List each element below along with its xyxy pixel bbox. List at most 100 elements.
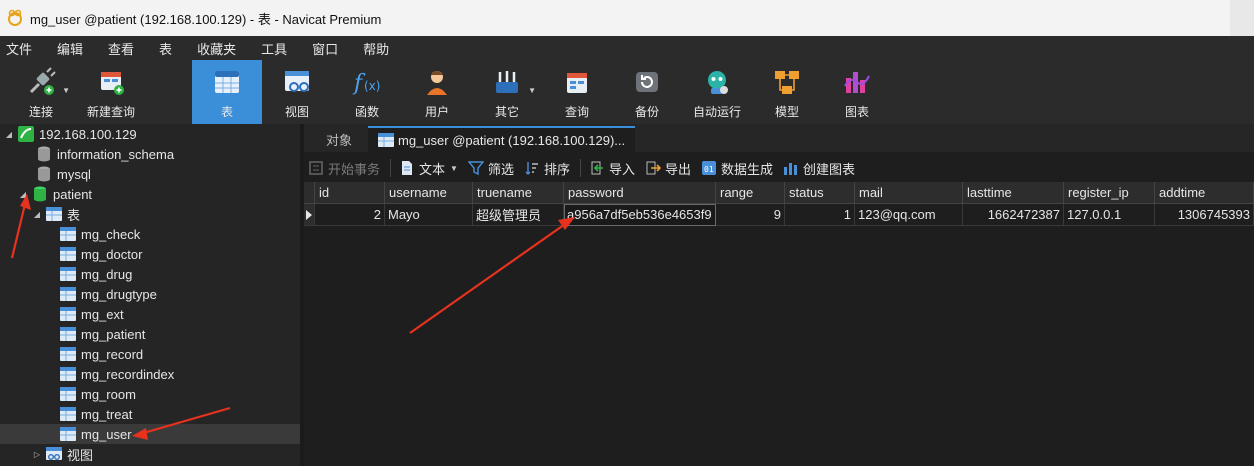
cell-mail[interactable]: 123@qq.com <box>855 204 963 226</box>
table-icon <box>60 366 76 382</box>
expand-arrow-icon[interactable]: ◢ <box>32 210 42 219</box>
cell-password[interactable]: a956a7df5eb536e4653f9 <box>564 204 716 226</box>
cell-username[interactable]: Mayo <box>385 204 473 226</box>
tree-item-table[interactable]: mg_patient <box>0 324 300 344</box>
cell-status[interactable]: 1 <box>785 204 855 226</box>
data-generation-button[interactable]: 01 数据生成 <box>701 159 773 178</box>
menu-favorites[interactable]: 收藏夹 <box>197 39 248 58</box>
begin-transaction-button[interactable]: 开始事务 <box>308 159 380 178</box>
cell-truename[interactable]: 超级管理员 <box>473 204 564 226</box>
sort-icon <box>524 160 540 176</box>
cell-range[interactable]: 9 <box>716 204 785 226</box>
tree-item-connection[interactable]: ◢ 192.168.100.129 <box>0 124 300 144</box>
toolbar-backup-button[interactable]: 备份 <box>612 60 682 124</box>
tree-item-database-open[interactable]: ◢ patient <box>0 184 300 204</box>
import-button[interactable]: 导入 <box>589 159 635 178</box>
tree-item-table[interactable]: mg_doctor <box>0 244 300 264</box>
tree-item-table[interactable]: mg_drug <box>0 264 300 284</box>
menu-view[interactable]: 查看 <box>108 39 146 58</box>
view-folder-icon <box>46 446 62 462</box>
export-button[interactable]: 导出 <box>645 159 691 178</box>
window-controls[interactable] <box>1230 0 1254 36</box>
toolbar-table-button[interactable]: 表 <box>192 60 262 124</box>
filter-button[interactable]: 筛选 <box>467 159 514 178</box>
chevron-down-icon[interactable]: ▼ <box>450 164 458 173</box>
function-icon: f (x) <box>351 66 383 98</box>
tree-item-table[interactable]: mg_drugtype <box>0 284 300 304</box>
navicat-logo-icon <box>8 9 22 26</box>
column-header-truename[interactable]: truename <box>473 182 564 204</box>
menu-window[interactable]: 窗口 <box>312 39 350 58</box>
tree-item-table[interactable]: mg_check <box>0 224 300 244</box>
create-chart-button[interactable]: 创建图表 <box>783 159 855 178</box>
cell-addtime[interactable]: 1306745393 <box>1155 204 1254 226</box>
column-header-register-ip[interactable]: register_ip <box>1064 182 1155 204</box>
column-header-id[interactable]: id <box>315 182 385 204</box>
tree-item-table[interactable]: mg_recordindex <box>0 364 300 384</box>
table-row[interactable]: 2 Mayo 超级管理员 a956a7df5eb536e4653f9 9 1 1… <box>304 204 1254 226</box>
tree-item-table[interactable]: mg_treat <box>0 404 300 424</box>
chevron-down-icon[interactable]: ▼ <box>528 86 536 95</box>
toolbar-model-button[interactable]: 模型 <box>752 60 822 124</box>
new-query-icon <box>95 66 127 98</box>
svg-text:(x): (x) <box>364 79 380 93</box>
tree-item-tables-folder[interactable]: ◢ 表 <box>0 204 300 224</box>
row-header-corner <box>304 182 315 204</box>
toolbar-new-query-button[interactable]: 新建查询 <box>76 60 146 124</box>
toolbar-chart-button[interactable]: 图表 <box>822 60 892 124</box>
column-header-status[interactable]: status <box>785 182 855 204</box>
tree-item-database[interactable]: information_schema <box>0 144 300 164</box>
column-header-lasttime[interactable]: lasttime <box>963 182 1064 204</box>
tree-item-table[interactable]: mg_record <box>0 344 300 364</box>
toolbar-automation-button[interactable]: 自动运行 <box>682 60 752 124</box>
tree-item-table-selected[interactable]: mg_user <box>0 424 300 444</box>
tree-item-database[interactable]: mysql <box>0 164 300 184</box>
cell-lasttime[interactable]: 1662472387 <box>963 204 1064 226</box>
user-icon <box>421 66 453 98</box>
query-icon <box>561 66 593 98</box>
menu-file[interactable]: 文件 <box>6 39 44 58</box>
window-title: mg_user @patient (192.168.100.129) - 表 -… <box>30 11 382 27</box>
menu-help[interactable]: 帮助 <box>363 39 401 58</box>
sort-button[interactable]: 排序 <box>524 159 570 178</box>
toolbar-view-button[interactable]: 视图 <box>262 60 332 124</box>
main-toolbar: 连接 ▼ 新建查询 表 视图 f (x) 函数 用户 其它 ▼ 查询 备份 自动… <box>0 60 1254 124</box>
column-header-addtime[interactable]: addtime <box>1155 182 1254 204</box>
cell-id[interactable]: 2 <box>315 204 385 226</box>
tab-objects[interactable]: 对象 <box>304 126 368 152</box>
view-icon <box>281 66 313 98</box>
expand-arrow-icon[interactable]: ◢ <box>18 190 28 199</box>
automation-icon <box>701 66 733 98</box>
column-header-username[interactable]: username <box>385 182 473 204</box>
data-generation-icon: 01 <box>701 160 717 176</box>
table-icon <box>60 226 76 242</box>
table-icon <box>60 426 76 442</box>
toolbar-function-button[interactable]: f (x) 函数 <box>332 60 402 124</box>
transaction-icon <box>308 160 324 176</box>
table-icon <box>378 132 395 148</box>
column-header-range[interactable]: range <box>716 182 785 204</box>
menu-table[interactable]: 表 <box>159 39 184 58</box>
toolbar-other-button[interactable]: 其它 ▼ <box>472 60 542 124</box>
text-view-button[interactable]: 文本 ▼ <box>399 159 458 178</box>
collapse-arrow-icon[interactable]: ▷ <box>32 450 42 459</box>
menu-edit[interactable]: 编辑 <box>57 39 95 58</box>
tab-mg-user[interactable]: mg_user @patient (192.168.100.129)... <box>368 126 636 152</box>
chart-icon <box>783 160 799 176</box>
column-header-mail[interactable]: mail <box>855 182 963 204</box>
tree-item-table[interactable]: mg_room <box>0 384 300 404</box>
toolbar-user-button[interactable]: 用户 <box>402 60 472 124</box>
expand-arrow-icon[interactable]: ◢ <box>4 130 14 139</box>
row-pointer-icon <box>304 204 315 226</box>
menu-tools[interactable]: 工具 <box>261 39 299 58</box>
tree-item-views-folder[interactable]: ▷ 视图 <box>0 444 300 464</box>
export-icon <box>645 160 661 176</box>
tree-item-table[interactable]: mg_ext <box>0 304 300 324</box>
database-open-icon <box>32 186 48 202</box>
chevron-down-icon[interactable]: ▼ <box>62 86 70 95</box>
toolbar-query-button[interactable]: 查询 <box>542 60 612 124</box>
column-header-password[interactable]: password <box>564 182 716 204</box>
cell-register-ip[interactable]: 127.0.0.1 <box>1064 204 1155 226</box>
table-icon <box>211 66 243 98</box>
toolbar-connect-button[interactable]: 连接 ▼ <box>6 60 76 124</box>
